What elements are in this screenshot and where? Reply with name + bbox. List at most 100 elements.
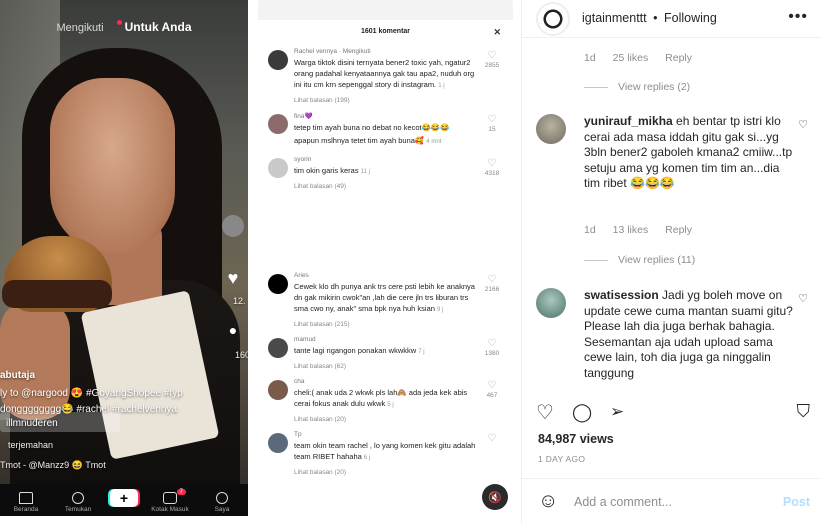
share-icon[interactable]: ➢ [610, 402, 624, 422]
like-control[interactable]: ♡ [479, 433, 505, 445]
post-media[interactable]: Mengikuti Untuk Anda ♥ 12. ● 160 abutaja… [0, 0, 521, 524]
avatar[interactable] [268, 338, 288, 358]
comment-username[interactable]: swatisession [584, 288, 659, 302]
heart-outline-icon: ♡ [487, 50, 497, 61]
like-control[interactable]: ♡ 15 [479, 114, 505, 133]
close-icon[interactable]: ✕ [493, 20, 501, 44]
comment-item: Tp team okin team rachel , lo yang komen… [258, 431, 513, 476]
tiktok-caption-line1: ly to @nargood 😍 #GoyangShopee #fyp [0, 388, 183, 399]
post-author: igtainmenttt • Following [582, 11, 717, 25]
avatar[interactable] [536, 114, 566, 144]
avatar[interactable] [268, 380, 288, 400]
comment-text: tetep tim ayah buna no debat no kecot😂😂😂 [294, 123, 450, 132]
view-replies-link[interactable]: Lihat balasan (62) [294, 363, 481, 370]
divider [584, 86, 608, 88]
reply-button[interactable]: Reply [665, 224, 692, 236]
comment-input[interactable]: Add a comment... [574, 495, 672, 509]
divider [584, 259, 608, 261]
emoji-icon[interactable]: ☺ [538, 490, 558, 513]
add-comment-bar: ☺ Add a comment... Post [522, 478, 821, 524]
account-logo [541, 7, 565, 31]
like-control[interactable]: ♡ 2166 [479, 274, 505, 293]
avatar[interactable] [536, 288, 566, 318]
comments-count-title: 1601 komentar [360, 28, 411, 35]
nav-discover-label: Temukan [64, 506, 92, 513]
avatar[interactable] [268, 274, 288, 294]
instagram-post-sidebar: igtainmenttt • Following ••• 1d 25 likes… [521, 0, 821, 524]
heart-icon[interactable]: ♥ [222, 268, 244, 290]
following-button[interactable]: Following [664, 11, 717, 25]
comment-bubble-icon[interactable]: ◯ [572, 402, 592, 423]
avatar[interactable] [268, 433, 288, 453]
nav-inbox-label: Kotak Masuk [151, 506, 189, 513]
comment-username[interactable]: fina💜 [294, 112, 481, 120]
post-button[interactable]: Post [783, 495, 810, 509]
like-count: 4318 [484, 170, 500, 177]
comment-item: Aries Cewek klo dh punya ank trs cere ps… [258, 272, 513, 328]
comment-username[interactable]: Aries [294, 272, 481, 279]
like-control[interactable]: ♡ 4318 [479, 158, 505, 177]
like-control[interactable]: ♡ 1380 [479, 338, 505, 357]
more-options-icon[interactable]: ••• [788, 8, 808, 26]
nav-profile-label: Saya [214, 506, 230, 513]
view-replies-link[interactable]: Lihat balasan (199) [294, 97, 481, 104]
tiktok-comments-panel-1: 1601 komentar ✕ Rachel vennya · Mengikut… [258, 0, 513, 248]
mute-icon[interactable]: 🔇 [482, 484, 508, 510]
heart-outline-icon: ♡ [487, 433, 497, 444]
create-button[interactable]: + [110, 489, 138, 507]
reply-button[interactable]: Reply [665, 52, 692, 64]
comment-likes[interactable]: 25 likes [613, 52, 649, 64]
comment-icon[interactable]: ● [222, 322, 244, 344]
comment-likes[interactable]: 13 likes [613, 224, 649, 236]
avatar[interactable] [268, 50, 288, 70]
bookmark-icon[interactable]: ⛉ [797, 401, 811, 422]
comment-username[interactable]: Rachel vennya · Mengikuti [294, 48, 481, 55]
like-control[interactable]: ♡ 467 [479, 380, 505, 399]
view-replies-button[interactable]: View replies (11) [584, 254, 695, 266]
comment-username[interactable]: Tp [294, 431, 481, 438]
heart-outline-icon: ♡ [487, 274, 497, 285]
heart-icon[interactable]: ♡ [798, 292, 808, 305]
inbox-icon [163, 492, 177, 504]
tiktok-username[interactable]: abutaja [0, 370, 35, 381]
avatar[interactable] [268, 158, 288, 178]
profile-avatar-icon[interactable] [222, 215, 244, 237]
nav-profile[interactable]: Saya [202, 492, 242, 513]
comments-header: 1601 komentar ✕ [258, 20, 513, 44]
like-heart-icon[interactable]: ♡ [536, 400, 554, 425]
comment-username[interactable]: yunirauf_mikha [584, 114, 673, 128]
nav-home[interactable]: Beranda [6, 492, 46, 513]
nav-home-label: Beranda [13, 506, 39, 513]
comment-item: syorin tim okin garis keras 11 j Lihat b… [258, 156, 513, 190]
view-replies-button[interactable]: View replies (2) [584, 81, 690, 93]
comment-time: 9 j [437, 307, 444, 313]
tab-following[interactable]: Mengikuti [56, 22, 103, 34]
like-control[interactable]: ♡ 2855 [479, 50, 505, 69]
heart-icon[interactable]: ♡ [798, 118, 808, 131]
panel-top-strip [258, 0, 513, 20]
comment-username[interactable]: syorin [294, 156, 481, 163]
comments-list[interactable]: 1d 25 likes Reply View replies (2) yunir… [522, 38, 821, 398]
tab-for-you[interactable]: Untuk Anda [125, 20, 192, 34]
comment-username[interactable]: cha [294, 378, 481, 385]
username-link[interactable]: igtainmenttt [582, 11, 647, 25]
avatar[interactable] [536, 2, 570, 36]
nav-discover[interactable]: Temukan [58, 492, 98, 513]
sound-label[interactable]: Tmot - @Manzz9 😆 Tmot [0, 460, 106, 471]
translate-link[interactable]: terjemahan [8, 440, 53, 450]
comment-meta: 1d 25 likes Reply [584, 52, 706, 64]
views-count[interactable]: 84,987 views [538, 432, 614, 446]
comment-body: team okin team rachel , lo yang komen ke… [294, 441, 476, 461]
nav-inbox[interactable]: 7 Kotak Masuk [150, 489, 190, 513]
view-replies-link[interactable]: Lihat balasan (20) [294, 469, 481, 476]
comment-body: apapun mslhnya tetet tim ayah buna🥰 [294, 136, 425, 145]
comment-body: Cewek klo dh punya ank trs cere psti leb… [294, 282, 475, 313]
comment-body: tim okin garis keras [294, 166, 359, 175]
view-replies-link[interactable]: Lihat balasan (20) [294, 416, 481, 423]
comment-username[interactable]: mamud [294, 336, 481, 343]
avatar[interactable] [268, 114, 288, 134]
view-replies-link[interactable]: Lihat balasan (49) [294, 183, 481, 190]
view-replies-link[interactable]: Lihat balasan (215) [294, 321, 481, 328]
comment-time: 6 j [363, 455, 371, 461]
comment-meta: 1d 13 likes Reply [584, 224, 706, 236]
